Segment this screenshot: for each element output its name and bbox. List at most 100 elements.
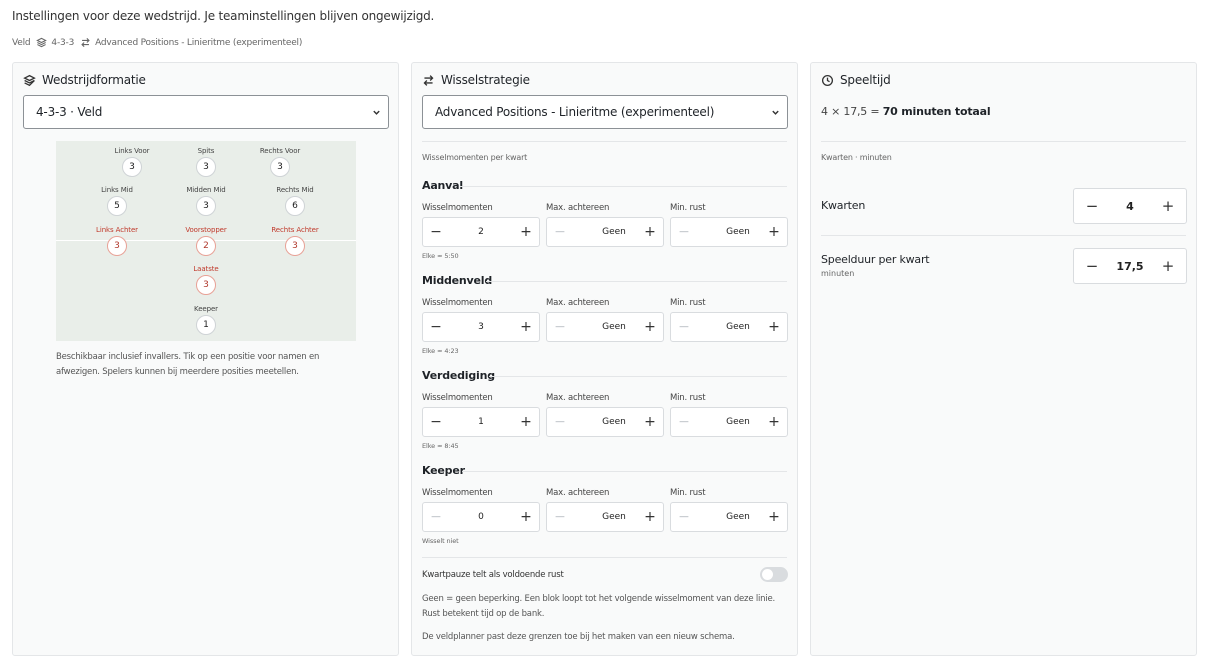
chevron-down-icon [771,108,780,117]
col-label-rest: Min. rust [670,488,706,498]
decrement-button[interactable]: − [549,503,571,531]
position-links-mid[interactable]: Links Mid 5 [77,186,157,216]
toggle-knob [762,569,773,580]
decrement-button[interactable]: − [549,313,571,341]
decrement-button[interactable]: − [673,218,695,246]
keeper-rest-value[interactable]: Geen [695,503,763,531]
quarter-break-toggle[interactable] [760,567,788,582]
line-title-verdediging: Verdediging [422,369,495,382]
col-label-max: Max. achtereen [546,298,610,308]
verdediging-max-value[interactable]: Geen [571,408,639,436]
keeper-max-value[interactable]: Geen [571,503,639,531]
increment-button[interactable]: + [763,503,785,531]
verdediging-rest-stepper: − Geen + [670,407,788,437]
crumb-strategy-label: Advanced Positions - Linieritme (experim… [95,37,303,48]
formation-select-value: 4-3-3 · Veld [36,105,103,119]
position-label: Midden Mid [186,186,226,194]
position-voorstopper[interactable]: Voorstopper 2 [166,226,246,256]
middenveld-max-value[interactable]: Geen [571,313,639,341]
line-divider [489,376,787,377]
increment-button[interactable]: + [515,503,537,531]
swap-icon [81,37,90,48]
decrement-button[interactable]: − [673,503,695,531]
decrement-button[interactable]: − [549,218,571,246]
increment-button[interactable]: + [515,313,537,341]
divider [422,557,787,558]
increment-button[interactable]: + [515,408,537,436]
increment-button[interactable]: + [763,408,785,436]
decrement-button[interactable]: − [425,408,447,436]
verdediging-rest-value[interactable]: Geen [695,408,763,436]
position-label: Links Mid [101,186,133,194]
col-label-rest: Min. rust [670,393,706,403]
position-rechts-voor[interactable]: Rechts Voor 3 [240,147,320,177]
playtime-title-text: Speeltijd [840,73,891,87]
total-time-formula: 4 × 17,5 = [821,105,883,118]
position-rechts-mid[interactable]: Rechts Mid 6 [255,186,335,216]
quarters-section-label: Kwarten · minuten [821,153,892,162]
aanval-hint: Elke ≈ 5:50 [422,252,459,260]
aanval-max-value[interactable]: Geen [571,218,639,246]
strategy-select[interactable]: Advanced Positions - Linieritme (experim… [422,95,788,129]
position-keeper[interactable]: Keeper 1 [166,305,246,335]
decrement-button[interactable]: − [425,218,447,246]
position-links-voor[interactable]: Links Voor 3 [92,147,172,177]
position-laatste[interactable]: Laatste 3 [166,265,246,295]
decrement-button[interactable]: − [673,408,695,436]
col-label-rest: Min. rust [670,203,706,213]
position-label: Links Voor [114,147,150,155]
decrement-button[interactable]: − [425,503,447,531]
position-midden-mid[interactable]: Midden Mid 3 [166,186,246,216]
increment-button[interactable]: + [639,503,661,531]
swap-icon [423,74,434,86]
formation-select[interactable]: 4-3-3 · Veld [23,95,389,129]
quarters-increment-button[interactable]: + [1154,189,1182,223]
quarters-decrement-button[interactable]: − [1078,189,1106,223]
position-spits[interactable]: Spits 3 [166,147,246,177]
col-label-moments: Wisselmomenten [422,203,493,213]
crumb-field: Veld [12,38,31,48]
increment-button[interactable]: + [515,218,537,246]
position-label: Rechts Voor [259,147,301,155]
total-time-value: 70 minuten totaal [882,105,991,118]
quarters-value[interactable]: 4 [1106,189,1154,223]
line-divider [460,186,787,187]
increment-button[interactable]: + [639,218,661,246]
position-label: Links Achter [96,226,138,234]
decrement-button[interactable]: − [673,313,695,341]
decrement-button[interactable]: − [549,408,571,436]
aanval-moments-value[interactable]: 2 [447,218,515,246]
playtime-card-title: Speeltijd [821,73,891,87]
decrement-button[interactable]: − [425,313,447,341]
increment-button[interactable]: + [639,408,661,436]
increment-button[interactable]: + [763,218,785,246]
col-label-max: Max. achtereen [546,203,610,213]
quarter-break-label: Kwartpauze telt als voldoende rust [422,570,564,580]
position-rechts-achter[interactable]: Rechts Achter 3 [255,226,335,256]
layers-icon [36,37,48,48]
col-label-moments: Wisselmomenten [422,298,493,308]
position-links-achter[interactable]: Links Achter 3 [77,226,157,256]
line-title-middenveld: Middenveld [422,274,493,287]
duration-value[interactable]: 17,5 [1106,249,1154,283]
strategy-card: Wisselstrategie Advanced Positions - Lin… [411,62,798,656]
aanval-rest-value[interactable]: Geen [695,218,763,246]
duration-increment-button[interactable]: + [1154,249,1182,283]
formation-card-title: Wedstrijdformatie [23,73,146,87]
middenveld-moments-value[interactable]: 3 [447,313,515,341]
increment-button[interactable]: + [763,313,785,341]
verdediging-hint: Elke ≈ 8:45 [422,442,459,450]
chevron-down-icon [372,108,381,117]
middenveld-rest-value[interactable]: Geen [695,313,763,341]
duration-decrement-button[interactable]: − [1078,249,1106,283]
keeper-moments-value[interactable]: 0 [447,503,515,531]
line-divider [462,471,787,472]
keeper-moments-stepper: − 0 + [422,502,540,532]
keeper-max-stepper: − Geen + [546,502,664,532]
divider [422,141,787,142]
middenveld-hint: Elke ≈ 4:23 [422,347,459,355]
verdediging-moments-value[interactable]: 1 [447,408,515,436]
increment-button[interactable]: + [639,313,661,341]
strategy-note-1: Geen = geen beperking. Een blok loopt to… [422,594,776,619]
breadcrumb: Veld 4-3-3 Advanced Positions - Linierit… [12,37,302,48]
